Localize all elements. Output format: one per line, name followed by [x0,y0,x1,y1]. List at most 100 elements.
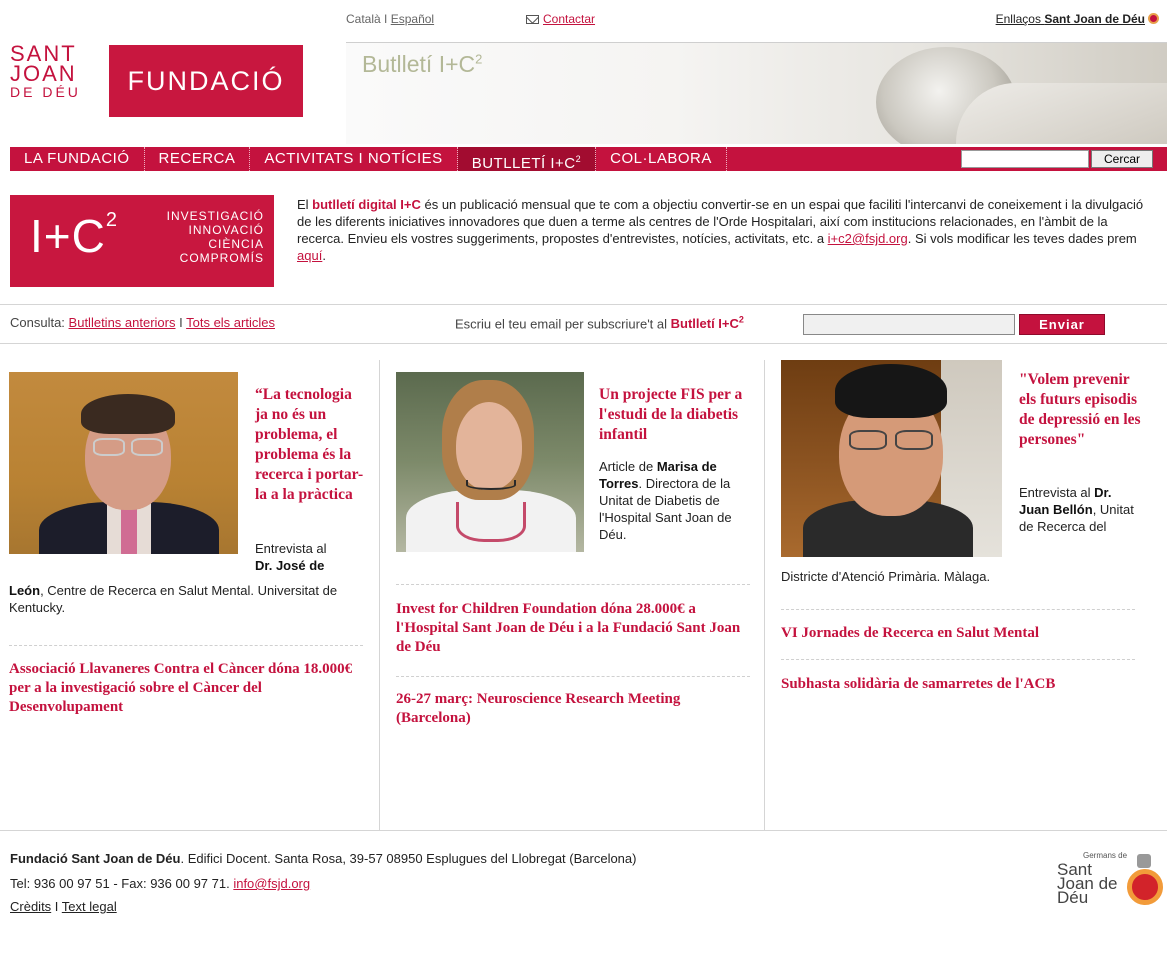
footer-logo-text: Sant Joan de Déu [1057,860,1118,907]
column-2: Un projecte FIS per a l'estudi de la dia… [379,360,763,830]
previous-bulletins-link[interactable]: Butlletins anteriors [69,315,176,330]
credits-link[interactable]: Crèdits [10,899,51,914]
lang-catala[interactable]: Català [346,12,381,26]
nav-col-labora[interactable]: COL·LABORA [596,147,727,171]
footer-org: Fundació Sant Joan de Déu [10,851,181,866]
footer-logo-top: Germans de [1083,851,1128,860]
feature-3-title[interactable]: "Volem prevenir els futurs episodis de d… [1019,370,1144,450]
consulta-label: Consulta: [10,315,69,330]
intro-t4: . [322,248,326,263]
ic-logo-big: I+C [30,210,106,262]
intro-em: butlletí digital I+C [312,197,421,212]
sjd-links-bold: Sant Joan de Déu [1044,12,1145,26]
feature-2-text: Article de Marisa de Torres. Directora d… [599,458,751,543]
contact-link-text[interactable]: Contactar [543,12,595,26]
legal-text-link[interactable]: Text legal [62,899,117,914]
feature-1-text-c: León, Centre de Recerca en Salut Mental.… [9,582,365,616]
ic-word-3: CIÈNCIA [208,237,264,251]
ic-logo-sup: 2 [105,209,118,231]
sjd-links-text[interactable]: Enllaços Sant Joan de Déu [996,12,1145,26]
subscribe-send-button[interactable]: Enviar [1019,314,1105,335]
main-nav: LA FUNDACIÓ RECERCA ACTIVITATS I NOTÍCIE… [10,147,1167,172]
nav-la-fundacio[interactable]: LA FUNDACIÓ [10,147,145,171]
subscribe-text: Escriu el teu email per subscriure't al … [455,315,744,331]
news-neuroscience-meeting[interactable]: 26-27 març: Neuroscience Research Meetin… [396,690,758,728]
nav-search: Cercar [961,150,1153,168]
subscribe-label: Escriu el teu email per subscriure't al [455,316,671,332]
banner-title: Butlletí I+C2 [362,51,482,78]
divider [781,659,1135,660]
sjd-links-prefix: Enllaços [995,12,1041,26]
news-llavaneres[interactable]: Associació Llavaneres Contra el Càncer d… [9,660,359,717]
banner-title-sup: 2 [475,51,483,67]
germans-sjd-logo[interactable]: Germans de Sant Joan de Déu [1055,851,1165,915]
feature-1-affiliation: , Centre de Recerca en Salut Mental. Uni… [9,583,338,615]
mail-icon [526,15,539,24]
footer-address: Fundació Sant Joan de Déu. Edifici Docen… [10,851,636,866]
contact-link[interactable]: Contactar [526,12,595,26]
search-button[interactable]: Cercar [1091,150,1153,168]
footer: Fundació Sant Joan de Déu. Edifici Docen… [0,830,1167,958]
divider [781,609,1135,610]
sjd-logo-icon [1148,13,1159,24]
top-links-bar: Català I Español Contactar Enllaços Sant… [346,12,1167,30]
photo-jose-de-leon[interactable] [9,372,238,554]
ic-logo-words: INVESTIGACIÓ INNOVACIÓ CIÈNCIA COMPROMÍS [167,209,264,265]
fundacio-logo[interactable]: SANT JOAN DE DÉU FUNDACIÓ [10,43,304,118]
logo-line2: JOAN [10,61,77,86]
feature-1-text-a: Entrevista al Dr. José de [255,540,365,574]
divider [396,676,750,677]
nav-butlleti-sup: 2 [575,154,582,164]
subscribe-email-input[interactable] [803,314,1015,335]
hand-image [956,83,1167,144]
intro-here-link[interactable]: aquí [297,248,322,263]
intro-t1: El [297,197,313,212]
feature-2-text-a: Article de [599,459,657,474]
column-1: “La tecnologia ja no és un problema, el … [9,360,365,830]
news-invest-for-children[interactable]: Invest for Children Foundation dóna 28.0… [396,600,758,657]
lang-separator: I [384,12,388,26]
sjd-links[interactable]: Enllaços Sant Joan de Déu [996,12,1159,26]
logo-box: FUNDACIÓ [109,45,303,117]
feature-1-name: Dr. José de [255,558,325,573]
cross-icon [1137,854,1151,868]
logo-wordmark: SANT JOAN DE DÉU [10,43,81,101]
search-input[interactable] [961,150,1089,168]
nav-butlleti-label: BUTLLETÍ I+C [471,155,576,172]
feature-1-title[interactable]: “La tecnologia ja no és un problema, el … [255,385,365,505]
footer-contact: Tel: 936 00 97 51 - Fax: 936 00 97 71. i… [10,876,310,891]
pomegranate-icon [1127,869,1163,905]
subscribe-bold: Butlletí I+C2 [670,315,744,332]
subscribe-bar: Consulta: Butlletins anteriors I Tots el… [0,304,1167,344]
photo-marisa-de-torres[interactable] [396,372,584,552]
all-articles-link[interactable]: Tots els articles [186,315,275,330]
feature-1-name-end: León [9,583,41,598]
divider [9,645,363,646]
feature-2-title[interactable]: Un projecte FIS per a l'estudi de la dia… [599,385,759,445]
nav-butlleti[interactable]: BUTLLETÍ I+C2 [457,147,597,172]
intro-email-link[interactable]: i+c2@fsjd.org [828,231,908,246]
intro-paragraph: El butlletí digital I+C és un publicació… [297,196,1155,264]
footer-sep: I [51,899,62,914]
footer-links: Crèdits I Text legal [10,899,117,914]
feature-3-text-a: Entrevista al [1019,485,1095,500]
subscribe-bold-text: Butlletí I+C [670,316,739,332]
banner-title-text: Butlletí I+C [362,51,476,77]
ic-logo: I+C2 INVESTIGACIÓ INNOVACIÓ CIÈNCIA COMP… [10,195,274,287]
divider [396,584,750,585]
ic-word-1: INVESTIGACIÓ [166,209,264,223]
lang-espanol-link[interactable]: Español [391,12,434,26]
photo-juan-bellon[interactable] [781,360,1002,557]
nav-recerca[interactable]: RECERCA [145,147,251,171]
feature-3-text: Entrevista al Dr. Juan Bellón, Unitat de… [1019,484,1144,535]
news-subhasta-acb[interactable]: Subhasta solidària de samarretes de l'AC… [781,675,1151,694]
footer-email-link[interactable]: info@fsjd.org [233,876,310,891]
news-jornades-salut-mental[interactable]: VI Jornades de Recerca en Salut Mental [781,624,1151,643]
subscribe-sup: 2 [738,315,744,325]
nav-activitats[interactable]: ACTIVITATS I NOTÍCIES [250,147,458,171]
intro-t3: . Si vols modificar les teves dades prem [907,231,1137,246]
feature-1-line-a: Entrevista al [255,541,327,556]
language-switcher: Català I Español [346,12,434,26]
ic-word-2: INNOVACIÓ [188,223,264,237]
feature-3-text-c: Districte d'Atenció Primària. Màlaga. [781,569,991,584]
